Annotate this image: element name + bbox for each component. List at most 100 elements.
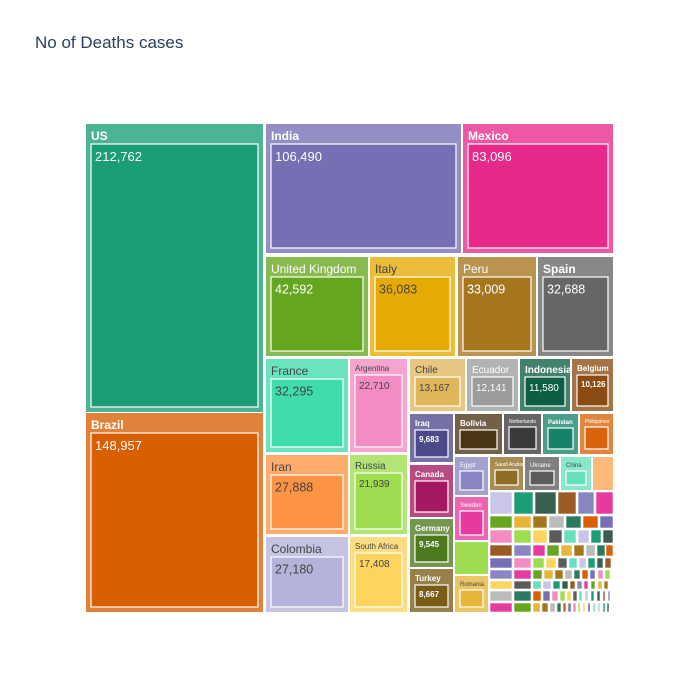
small-tile[interactable] [569, 580, 576, 590]
small-tile[interactable] [455, 542, 488, 574]
small-tile[interactable] [573, 544, 585, 557]
small-tile[interactable] [576, 580, 583, 590]
small-tile[interactable] [587, 557, 596, 569]
small-tile[interactable] [566, 590, 572, 602]
small-tile[interactable] [596, 557, 604, 569]
small-tile[interactable] [587, 602, 591, 613]
tile-russia[interactable]: Russia 21,939 [350, 455, 407, 534]
tile-us[interactable]: US 212,762 [86, 124, 263, 412]
small-tile[interactable] [549, 602, 556, 613]
small-tile[interactable] [577, 491, 595, 515]
small-tile[interactable] [565, 515, 582, 529]
small-tile[interactable] [582, 515, 599, 529]
small-tile[interactable] [573, 569, 581, 580]
small-tile[interactable] [489, 580, 513, 590]
small-tile[interactable] [489, 602, 513, 613]
small-tile[interactable] [581, 569, 589, 580]
small-tile[interactable] [557, 491, 577, 515]
small-tile[interactable] [572, 590, 578, 602]
small-tile[interactable] [606, 602, 610, 613]
tile-canada[interactable]: Canada [410, 465, 453, 517]
small-tile[interactable] [489, 544, 513, 557]
tile-saudi-arabia[interactable]: Saudi Arabia [490, 457, 524, 490]
small-tile[interactable] [534, 491, 557, 515]
small-tile[interactable] [563, 529, 577, 544]
small-tile[interactable] [564, 569, 573, 580]
small-tile[interactable] [542, 580, 552, 590]
small-tile[interactable] [577, 529, 590, 544]
small-tile[interactable] [607, 590, 611, 602]
small-tile[interactable] [532, 515, 548, 529]
tile-iran[interactable]: Iran 27,888 [266, 455, 348, 534]
small-tile[interactable] [545, 557, 557, 569]
tile-ukraine[interactable]: Ukraine [525, 457, 559, 490]
small-tile[interactable] [543, 569, 554, 580]
tile-bolivia[interactable]: Bolivia [455, 414, 502, 454]
tile-romania[interactable]: Romania [455, 576, 488, 612]
small-tile[interactable] [604, 569, 611, 580]
small-tile[interactable] [548, 515, 565, 529]
small-tile[interactable] [513, 515, 532, 529]
small-tile[interactable] [551, 590, 559, 602]
small-tile[interactable] [513, 569, 532, 580]
small-tile[interactable] [489, 491, 513, 515]
small-tile[interactable] [489, 515, 513, 529]
small-tile[interactable] [513, 529, 532, 544]
small-tile[interactable] [513, 602, 532, 613]
small-tile[interactable] [532, 569, 543, 580]
tile-peru[interactable]: Peru 33,009 [458, 257, 536, 356]
small-tile[interactable] [562, 602, 567, 613]
tile-chile[interactable]: Chile 13,167 [410, 359, 465, 411]
small-tile[interactable] [552, 580, 561, 590]
small-tile[interactable] [489, 557, 513, 569]
small-tile[interactable] [556, 602, 562, 613]
small-tile[interactable] [489, 529, 513, 544]
small-tile[interactable] [554, 569, 564, 580]
small-tile[interactable] [542, 590, 551, 602]
small-tile[interactable] [532, 580, 542, 590]
small-tile[interactable] [584, 590, 589, 602]
small-tile[interactable] [577, 602, 581, 613]
tile-south-africa[interactable]: South Africa 17,408 [350, 537, 407, 612]
small-tile[interactable] [578, 557, 587, 569]
small-tile[interactable] [557, 557, 568, 569]
small-tile[interactable] [489, 569, 513, 580]
small-tile[interactable] [595, 491, 614, 515]
tile-ecuador[interactable]: Ecuador 12,141 [467, 359, 518, 411]
small-tile[interactable] [572, 602, 577, 613]
small-tile[interactable] [567, 602, 572, 613]
small-tile[interactable] [589, 569, 596, 580]
tile-italy[interactable]: Italy 36,083 [370, 257, 455, 356]
tile-indonesia[interactable]: Indonesia 11,580 [520, 359, 572, 411]
tile-pakistan[interactable]: Pakistan [543, 414, 578, 454]
small-tile[interactable] [597, 580, 603, 590]
tile-germany[interactable]: Germany 9,545 [410, 519, 453, 567]
small-tile[interactable] [513, 590, 532, 602]
small-tile[interactable] [602, 590, 606, 602]
tile-france[interactable]: France 32,295 [266, 359, 348, 452]
small-tile[interactable] [604, 557, 612, 569]
small-tile[interactable] [602, 529, 614, 544]
small-tile[interactable] [561, 580, 569, 590]
tile-egypt[interactable]: Egypt [455, 457, 488, 495]
tile-belgium[interactable]: Belgium 10,126 [572, 359, 613, 411]
tile-argentina[interactable]: Argentina 22,710 [350, 359, 407, 452]
small-tile[interactable] [541, 602, 549, 613]
small-tile[interactable] [597, 569, 604, 580]
tile-india[interactable]: India 106,490 [266, 124, 461, 253]
small-tile[interactable] [597, 602, 601, 613]
tile-brazil[interactable]: Brazil 148,957 [86, 413, 263, 612]
small-tile[interactable] [605, 544, 614, 557]
small-tile[interactable] [592, 602, 596, 613]
small-tile[interactable] [568, 557, 578, 569]
small-tile[interactable] [590, 529, 602, 544]
small-tile[interactable] [603, 580, 609, 590]
small-tile[interactable] [532, 557, 545, 569]
small-tile[interactable] [596, 544, 606, 557]
small-tile[interactable] [513, 491, 534, 515]
small-tile[interactable] [513, 544, 532, 557]
small-tile[interactable] [596, 590, 601, 602]
tile-iraq[interactable]: Iraq 9,683 [410, 414, 453, 462]
small-tile[interactable] [532, 544, 546, 557]
small-tile[interactable] [546, 544, 560, 557]
